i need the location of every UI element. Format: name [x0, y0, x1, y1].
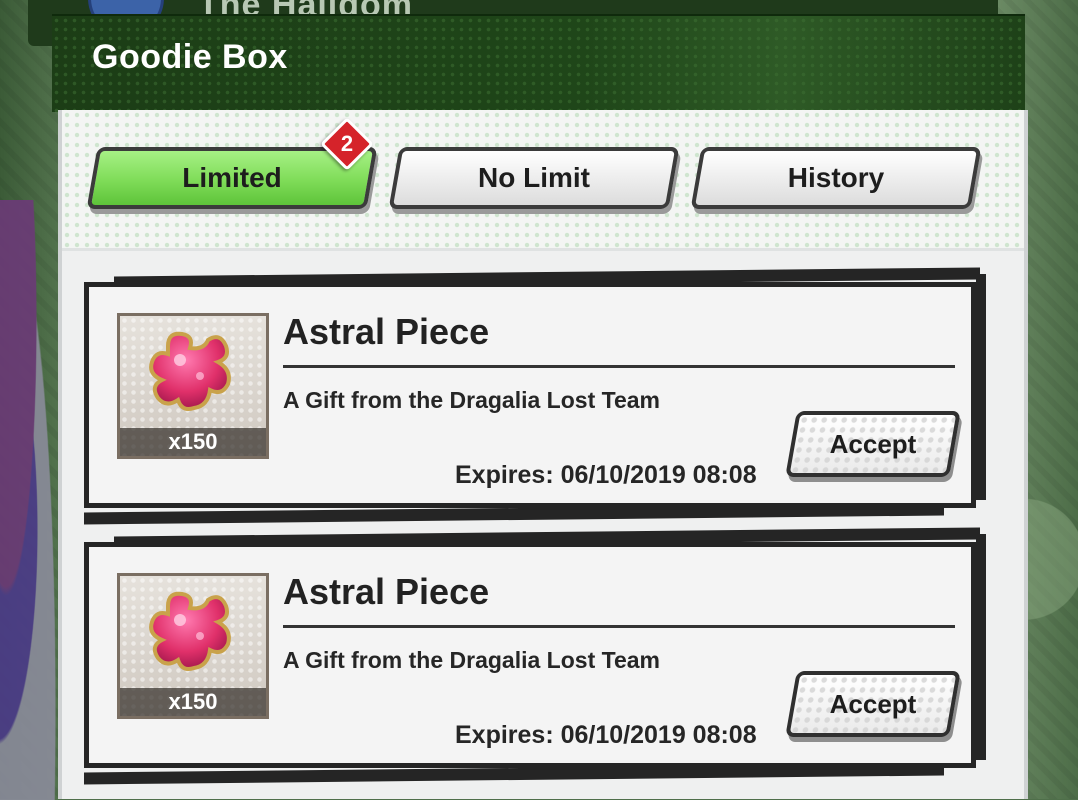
accept-button-label: Accept	[829, 688, 917, 719]
goodie-box-dialog: Goodie Box Limited 2 No Limit History x1…	[52, 14, 1028, 799]
accept-button[interactable]: Accept	[785, 411, 961, 477]
dialog-panel: Limited 2 No Limit History x150 Astral P…	[58, 110, 1028, 799]
astral-piece-icon	[149, 591, 231, 671]
tab-history[interactable]: History	[690, 147, 982, 209]
accept-button[interactable]: Accept	[785, 671, 961, 737]
item-name: Astral Piece	[283, 311, 490, 352]
title-divider	[283, 625, 955, 628]
item-sender: A Gift from the Dragalia Lost Team	[283, 387, 660, 413]
background-character-art	[0, 200, 60, 800]
title-divider	[283, 365, 955, 368]
dialog-title: Goodie Box	[92, 38, 288, 76]
badge-count: 2	[340, 131, 354, 156]
tab-label: No Limit	[478, 162, 590, 193]
tab-no-limit[interactable]: No Limit	[388, 147, 680, 209]
list-item: x150 Astral Piece A Gift from the Dragal…	[84, 527, 986, 785]
item-expiry: Expires: 06/10/2019 08:08	[455, 721, 757, 749]
item-name: Astral Piece	[283, 571, 490, 612]
tab-bar: Limited 2 No Limit History	[62, 110, 1024, 251]
dialog-header: Goodie Box	[52, 14, 1025, 112]
tab-label: History	[787, 162, 885, 193]
notification-badge: 2	[320, 117, 374, 171]
item-quantity: x150	[120, 688, 266, 716]
accept-button-label: Accept	[829, 428, 917, 459]
item-quantity: x150	[120, 428, 266, 456]
item-thumbnail: x150	[117, 573, 269, 719]
item-sender: A Gift from the Dragalia Lost Team	[283, 647, 660, 673]
list-item: x150 Astral Piece A Gift from the Dragal…	[84, 267, 986, 525]
item-expiry: Expires: 06/10/2019 08:08	[455, 461, 757, 489]
item-thumbnail: x150	[117, 313, 269, 459]
astral-piece-icon	[149, 331, 231, 411]
tab-limited[interactable]: Limited 2	[86, 117, 378, 209]
